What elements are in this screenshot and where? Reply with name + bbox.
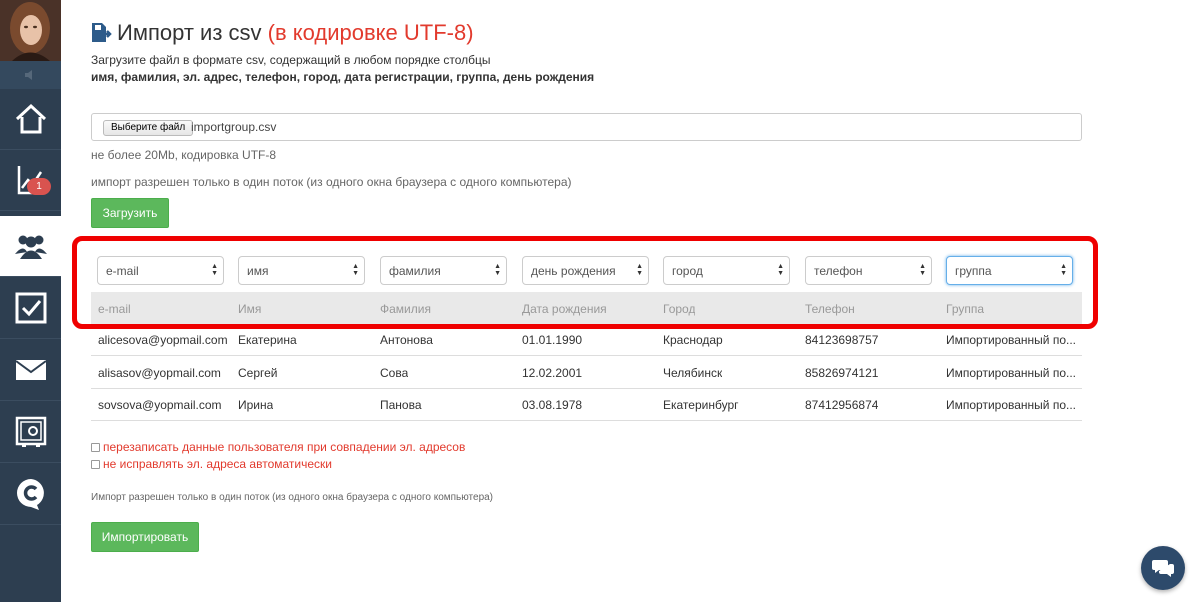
notification-badge: 1 (27, 178, 51, 195)
header-cell: Дата рождения (522, 302, 607, 316)
size-hint: не более 20Mb, кодировка UTF-8 (91, 148, 277, 162)
select-arrows-icon: ▲ ▼ (211, 263, 218, 277)
volume-icon[interactable] (0, 61, 61, 89)
table-cell: Краснодар (663, 333, 723, 347)
select-arrows-icon: ▲ ▼ (352, 263, 359, 277)
table-cell: Панова (380, 398, 422, 412)
table-cell: Импортированный по... (946, 398, 1077, 412)
table-row: alisasov@yopmail.com Сергей Сова 12.02.2… (91, 357, 1082, 389)
select-arrows-icon: ▲ ▼ (919, 263, 926, 277)
page-header: Импорт из csv (в кодировке UTF-8) (90, 20, 474, 46)
sidebar-item-home[interactable] (0, 89, 61, 150)
header-cell: Группа (946, 302, 985, 316)
select-arrows-icon: ▲ ▼ (636, 263, 643, 277)
overwrite-option[interactable]: перезаписать данные пользователя при сов… (91, 440, 465, 454)
header-cell: Телефон (805, 302, 855, 316)
sidebar-item-chat[interactable] (0, 464, 61, 525)
page-title: Импорт из csv (в кодировке UTF-8) (117, 20, 474, 45)
header-cell: Имя (238, 302, 262, 316)
file-input[interactable]: Выберите файл importgroup.csv (91, 113, 1082, 141)
sidebar-item-safe[interactable] (0, 402, 61, 463)
chat-icon (1152, 560, 1174, 577)
overwrite-label: перезаписать данные пользователя при сов… (103, 440, 466, 454)
table-cell: Ирина (238, 398, 274, 412)
table-cell: alisasov@yopmail.com (98, 366, 221, 380)
table-cell: alicesova@yopmail.com (98, 333, 228, 347)
table-cell: Антонова (380, 333, 433, 347)
select-arrows-icon: ▲ ▼ (777, 263, 784, 277)
table-cell: Екатеринбург (663, 398, 739, 412)
table-cell: 87412956874 (805, 398, 879, 412)
c-logo-icon (16, 479, 44, 510)
file-name: importgroup.csv (191, 120, 277, 134)
columns-note: имя, фамилия, эл. адрес, телефон, город,… (91, 70, 595, 84)
select-arrows-icon: ▲ ▼ (494, 263, 501, 277)
column-select-7[interactable]: группа ▲ ▼ (946, 256, 1073, 285)
safe-icon (15, 416, 46, 447)
chat-button[interactable] (1141, 546, 1185, 590)
table-cell: 84123698757 (805, 333, 879, 347)
sidebar-item-mail[interactable] (0, 340, 61, 401)
encoding-note: (в кодировке UTF-8) (267, 20, 474, 45)
table-row: alicesova@yopmail.com Екатерина Антонова… (91, 324, 1082, 356)
table-cell: 12.02.2001 (522, 366, 583, 380)
thread-note: Импорт разрешен только в один поток (из … (91, 492, 494, 503)
table-cell: Екатерина (238, 333, 297, 347)
column-select-5[interactable]: город ▲ ▼ (663, 256, 790, 285)
table-cell: 85826974121 (805, 366, 879, 380)
table-row: sovsova@yopmail.com Ирина Панова 03.08.1… (91, 389, 1082, 421)
import-file-icon (92, 23, 112, 42)
column-select-2[interactable]: имя ▲ ▼ (238, 256, 365, 285)
table-cell: 01.01.1990 (522, 333, 583, 347)
column-select-1[interactable]: e-mail ▲ ▼ (97, 256, 224, 285)
column-select-4[interactable]: день рождения ▲ ▼ (522, 256, 649, 285)
thread-hint: импорт разрешен только в один поток (из … (91, 175, 572, 189)
users-icon (14, 235, 47, 259)
import-button[interactable]: Импортировать (91, 522, 199, 552)
sidebar-item-tasks[interactable] (0, 278, 61, 339)
choose-file-button[interactable]: Выберите файл (103, 120, 194, 136)
header-cell: e-mail (98, 302, 131, 316)
table-cell: Челябинск (663, 366, 723, 380)
header-cell: Город (663, 302, 696, 316)
home-icon (15, 103, 46, 134)
checkbox-icon (15, 292, 46, 324)
sidebar: 1 (0, 0, 61, 602)
table-cell: Импортированный по... (946, 333, 1077, 347)
no-fix-option[interactable]: не исправлять эл. адреса автоматически (91, 457, 332, 471)
upload-button[interactable]: Загрузить (91, 198, 169, 228)
no-fix-checkbox[interactable] (91, 459, 100, 469)
header-cell: Фамилия (380, 302, 431, 316)
column-select-6[interactable]: телефон ▲ ▼ (805, 256, 932, 285)
table-header: e-mail Имя Фамилия Дата рождения Город Т… (91, 292, 1082, 324)
avatar[interactable] (0, 0, 61, 61)
table-cell: 03.08.1978 (522, 398, 583, 412)
table-cell: sovsova@yopmail.com (98, 398, 222, 412)
mail-icon (14, 360, 47, 380)
table-cell: Сергей (238, 366, 278, 380)
table-cell: Импортированный по... (946, 366, 1077, 380)
overwrite-checkbox[interactable] (91, 442, 100, 452)
select-arrows-icon: ▲ ▼ (1060, 263, 1067, 277)
table-cell: Сова (380, 366, 409, 380)
no-fix-label: не исправлять эл. адреса автоматически (103, 457, 332, 471)
column-select-3[interactable]: фамилия ▲ ▼ (380, 256, 507, 285)
sidebar-item-stats[interactable]: 1 (0, 150, 61, 211)
sidebar-item-users[interactable] (0, 216, 61, 277)
page-subtitle: Загрузите файл в формате csv, содержащий… (91, 53, 491, 67)
